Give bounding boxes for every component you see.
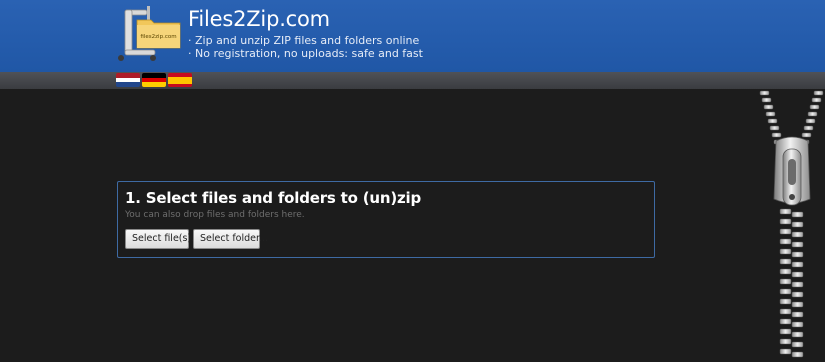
- flag-spain-icon[interactable]: [168, 73, 192, 87]
- select-files-panel[interactable]: 1. Select files and folders to (un)zip Y…: [117, 181, 655, 258]
- language-selector: [116, 73, 192, 87]
- tagline-zip: · Zip and unzip ZIP files and folders on…: [188, 34, 420, 47]
- site-title[interactable]: Files2Zip.com: [188, 7, 330, 31]
- flag-germany-icon[interactable]: [142, 73, 166, 87]
- zipper-decoration-icon: [759, 90, 824, 358]
- panel-title: 1. Select files and folders to (un)zip: [125, 189, 422, 207]
- logo-label: files2zip.com: [140, 34, 176, 40]
- clamp-folder-logo-icon[interactable]: files2zip.com: [117, 6, 183, 62]
- flag-netherlands-icon[interactable]: [116, 73, 140, 87]
- tagline-safe: · No registration, no uploads: safe and …: [188, 47, 423, 60]
- drop-hint: You can also drop files and folders here…: [125, 210, 305, 220]
- select-folder-button[interactable]: Select folder...: [193, 229, 268, 249]
- select-files-button[interactable]: Select file(s)...: [125, 229, 200, 249]
